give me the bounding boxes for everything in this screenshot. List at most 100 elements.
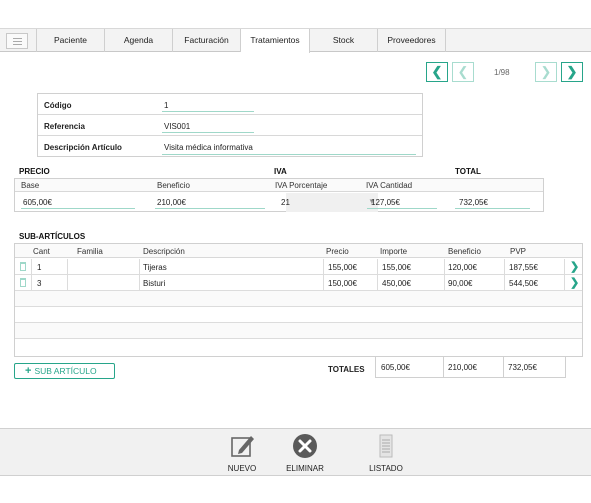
referencia-row: Referencia VIS001 [38, 115, 422, 136]
iva-title: IVA [274, 167, 287, 176]
precio-title: PRECIO [19, 167, 50, 176]
nuevo-button[interactable]: NUEVO [226, 433, 258, 473]
cell-cant: 3 [37, 279, 42, 288]
tab-facturacion[interactable]: Facturación [173, 29, 241, 52]
beneficio-field[interactable]: 210,00€ [157, 198, 186, 207]
add-sub-articulo-label: SUB ARTÍCULO [34, 366, 97, 376]
cell-precio: 155,00€ [328, 263, 357, 272]
tab-paciente[interactable]: Paciente [36, 29, 105, 52]
chevron-right-icon[interactable]: ❯ [570, 276, 579, 289]
total-underline [455, 208, 530, 209]
descripcion-row: Descripción Artículo Visita médica infor… [38, 136, 422, 157]
trash-icon[interactable] [20, 278, 26, 287]
empty-row [15, 339, 582, 355]
iva-porcentaje-label: IVA Porcentaje [275, 181, 328, 190]
tab-agenda[interactable]: Agenda [105, 29, 173, 52]
bottom-toolbar: NUEVO ELIMINAR LISTADO [0, 428, 591, 476]
iva-cantidad-label: IVA Cantidad [366, 181, 413, 190]
cell-beneficio: 120,00€ [448, 263, 477, 272]
next-record-button[interactable]: ❯ [535, 62, 557, 82]
edit-icon [231, 436, 254, 457]
column-divider [139, 259, 140, 275]
first-record-button[interactable]: ❮ [426, 62, 448, 82]
col-descripcion: Descripción [143, 247, 185, 256]
codigo-field[interactable]: 1 [164, 101, 168, 110]
column-divider [377, 259, 378, 275]
column-divider [564, 259, 565, 275]
empty-row [15, 291, 582, 307]
menu-icon[interactable] [6, 33, 28, 49]
column-divider [444, 259, 445, 275]
empty-row [15, 307, 582, 323]
cell-descripcion: Bisturi [143, 279, 166, 288]
cell-precio: 150,00€ [328, 279, 357, 288]
column-divider [67, 259, 68, 275]
base-field[interactable]: 605,00€ [23, 198, 52, 207]
cell-importe: 155,00€ [382, 263, 411, 272]
referencia-field[interactable]: VIS001 [164, 122, 190, 131]
total-pvp: 732,05€ [508, 363, 537, 372]
descripcion-label: Descripción Artículo [44, 143, 122, 152]
sub-articulos-title: SUB-ARTÍCULOS [19, 232, 86, 241]
add-sub-articulo-button[interactable]: + SUB ARTÍCULO [14, 363, 115, 379]
column-divider [31, 275, 32, 291]
cell-importe: 450,00€ [382, 279, 411, 288]
descripcion-field[interactable]: Visita médica informativa [164, 143, 253, 152]
column-divider [139, 275, 140, 291]
last-record-button[interactable]: ❯ [561, 62, 583, 82]
iva-cantidad-field: 127,05€ [371, 198, 400, 207]
base-label: Base [21, 181, 40, 190]
column-divider [323, 259, 324, 275]
tab-tratamientos[interactable]: Tratamientos [241, 29, 310, 53]
descripcion-underline [162, 154, 416, 155]
sub-articulos-table: Cant Familia Descripción Precio Importe … [14, 243, 583, 357]
top-tab-bar: Paciente Agenda Facturación Tratamientos… [0, 28, 591, 53]
eliminar-label: ELIMINAR [286, 464, 324, 473]
tab-proveedores[interactable]: Proveedores [378, 29, 446, 52]
col-beneficio: Beneficio [448, 247, 481, 256]
price-panel: Base Beneficio IVA Porcentaje IVA Cantid… [14, 178, 544, 212]
chevron-left-icon: ❮ [457, 64, 469, 79]
beneficio-label: Beneficio [157, 181, 190, 190]
beneficio-underline [155, 208, 265, 209]
nuevo-label: NUEVO [227, 464, 257, 473]
column-divider [444, 275, 445, 291]
col-importe: Importe [380, 247, 408, 256]
col-cant: Cant [33, 247, 50, 256]
list-icon [379, 434, 393, 458]
total-beneficio: 210,00€ [448, 363, 477, 372]
prev-record-button[interactable]: ❮ [452, 62, 474, 82]
eliminar-button[interactable]: ELIMINAR [282, 433, 328, 473]
cell-beneficio: 90,00€ [448, 279, 473, 288]
col-familia: Familia [77, 247, 103, 256]
codigo-label: Código [44, 101, 72, 110]
empty-row [15, 323, 582, 339]
base-underline [21, 208, 135, 209]
column-divider [504, 259, 505, 275]
table-row[interactable]: 1 Tijeras 155,00€ 155,00€ 120,00€ 187,55… [15, 259, 582, 275]
trash-icon[interactable] [20, 262, 26, 271]
listado-button[interactable]: LISTADO [366, 433, 406, 473]
total-field: 732,05€ [459, 198, 488, 207]
col-pvp: PVP [510, 247, 527, 256]
plus-icon: + [25, 365, 32, 377]
iva-porcentaje-select[interactable] [286, 193, 378, 212]
record-counter: 1/98 [494, 68, 510, 77]
cell-cant: 1 [37, 263, 42, 272]
listado-label: LISTADO [369, 464, 403, 473]
chevron-right-icon: ❯ [566, 64, 578, 79]
referencia-underline [162, 132, 254, 133]
iva-porcentaje-value: 21 [281, 198, 290, 207]
column-divider [564, 275, 565, 291]
codigo-underline [162, 111, 254, 112]
article-info-panel: Código 1 Referencia VIS001 Descripción A… [37, 93, 423, 157]
iva-cantidad-underline [367, 208, 437, 209]
column-divider [377, 275, 378, 291]
chevron-right-icon[interactable]: ❯ [570, 260, 579, 273]
column-divider [504, 275, 505, 291]
price-header: Base Beneficio IVA Porcentaje IVA Cantid… [15, 179, 543, 192]
table-header: Cant Familia Descripción Precio Importe … [15, 244, 582, 258]
referencia-label: Referencia [44, 122, 85, 131]
table-row[interactable]: 3 Bisturi 150,00€ 450,00€ 90,00€ 544,50€… [15, 275, 582, 291]
tab-stock[interactable]: Stock [310, 29, 378, 52]
